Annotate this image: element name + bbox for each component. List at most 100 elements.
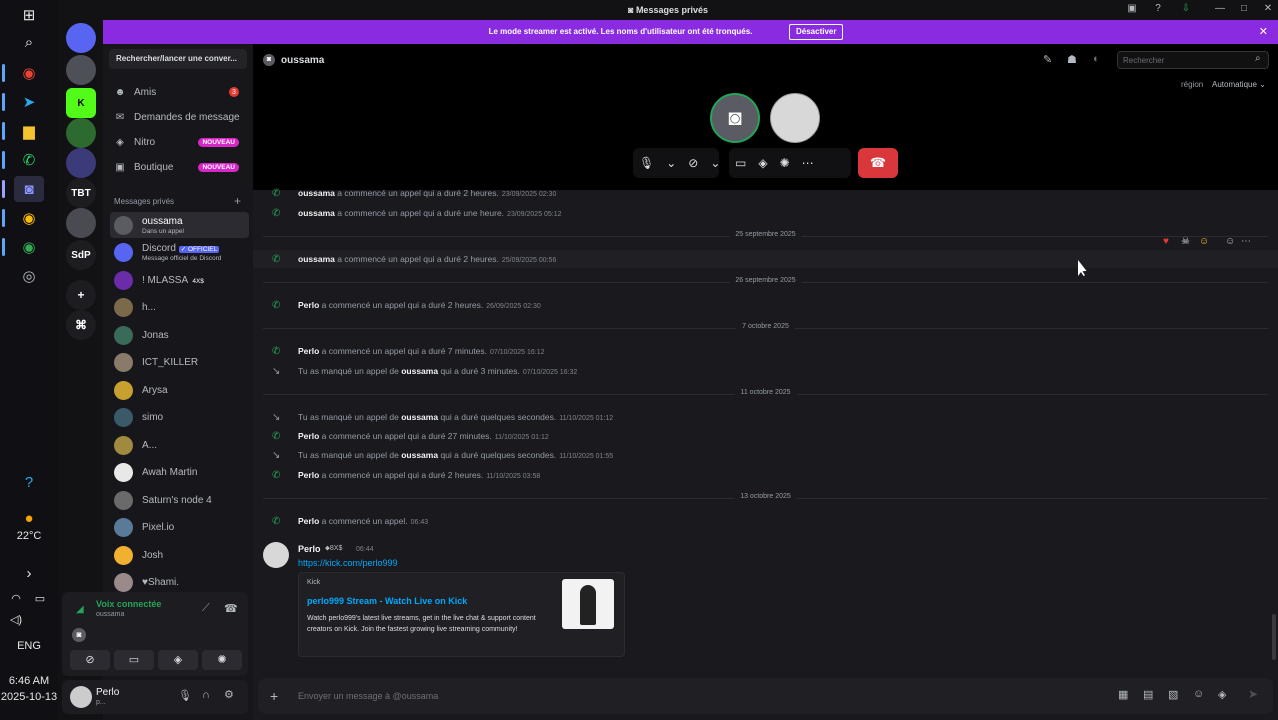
gif-icon[interactable]: ▤ bbox=[1143, 688, 1153, 701]
server-icon-0[interactable] bbox=[66, 23, 96, 53]
chevron-down-icon[interactable]: ⌄ bbox=[710, 156, 720, 170]
sidebar-item-2[interactable]: ◈ Nitro NOUVEAU bbox=[113, 132, 243, 152]
send-icon[interactable]: ➤ bbox=[1248, 687, 1258, 701]
call-user[interactable]: oussama bbox=[401, 412, 438, 422]
gear-icon[interactable]: ⚙ bbox=[224, 688, 234, 701]
find-conversation-button[interactable]: Rechercher/lancer une conver... bbox=[109, 49, 247, 69]
windows-start-icon[interactable]: ⊞ bbox=[14, 2, 44, 28]
search-icon[interactable]: ⌕ bbox=[14, 29, 44, 55]
voice-channel[interactable]: oussama bbox=[96, 611, 124, 618]
reaction-heart-icon[interactable]: ♥ bbox=[1163, 236, 1169, 247]
add-server-icon[interactable]: + bbox=[66, 280, 96, 310]
hang-up-button[interactable]: ☎ bbox=[858, 148, 898, 178]
pin-icon[interactable]: ✎ bbox=[1043, 53, 1052, 66]
help-icon[interactable]: ? bbox=[1150, 3, 1166, 17]
server-icon-2[interactable]: K bbox=[66, 88, 96, 118]
apps-icon[interactable]: ◈ bbox=[1218, 688, 1226, 701]
clock-time[interactable]: 6:46 AM bbox=[0, 675, 58, 687]
inbox-icon[interactable]: ▣ bbox=[1124, 3, 1140, 17]
disable-streamer-button[interactable]: Désactiver bbox=[789, 24, 844, 40]
call-user[interactable]: Perlo bbox=[298, 516, 319, 526]
call-user[interactable]: Perlo bbox=[298, 431, 319, 441]
server-icon-4[interactable] bbox=[66, 148, 96, 178]
dm-item[interactable]: Jonas bbox=[110, 322, 249, 348]
chevron-right-icon[interactable]: › bbox=[14, 560, 44, 586]
soundboard-icon[interactable]: ✺ bbox=[780, 156, 790, 170]
microphone-icon[interactable]: 🎙︎ bbox=[639, 156, 654, 170]
disconnect-icon[interactable]: ☎ bbox=[224, 602, 238, 615]
sidebar-item-1[interactable]: ✉ Demandes de message bbox=[113, 107, 243, 127]
emoji-icon[interactable]: ☺ bbox=[1193, 688, 1204, 700]
download-icon[interactable]: ⇩ bbox=[1178, 3, 1194, 17]
chrome-icon-2[interactable]: ◉ bbox=[14, 205, 44, 231]
reaction-skull-icon[interactable]: ☠ bbox=[1181, 236, 1190, 247]
language-indicator[interactable]: ENG bbox=[0, 640, 58, 652]
camera-off-icon[interactable]: ⊘ bbox=[688, 156, 698, 170]
dm-item[interactable]: simo bbox=[110, 405, 249, 431]
headset-icon[interactable]: ∩ bbox=[202, 689, 210, 701]
close-icon[interactable]: ✕ bbox=[1259, 25, 1268, 38]
embed-title[interactable]: perlo999 Stream - Watch Live on Kick bbox=[307, 596, 467, 606]
minimize-button[interactable]: — bbox=[1212, 3, 1228, 17]
dm-item[interactable]: Pixel.io bbox=[110, 515, 249, 541]
call-user[interactable]: oussama bbox=[298, 254, 335, 264]
call-user[interactable]: Perlo bbox=[298, 470, 319, 480]
screen-share-icon[interactable]: ▭ bbox=[735, 156, 746, 170]
call-user[interactable]: oussama bbox=[401, 450, 438, 460]
call-user[interactable]: Perlo bbox=[298, 346, 319, 356]
steam-icon[interactable]: ◎ bbox=[14, 263, 44, 289]
message-link[interactable]: https://kick.com/perlo999 bbox=[298, 558, 398, 568]
add-friends-icon[interactable]: ☗ bbox=[1067, 53, 1077, 66]
attach-plus-icon[interactable]: + bbox=[270, 688, 278, 704]
dm-item[interactable]: ICT_KILLER bbox=[110, 350, 249, 376]
dm-item[interactable]: h... bbox=[110, 295, 249, 321]
dm-item[interactable]: ! MLASSA 4X$ bbox=[110, 267, 249, 293]
chrome-icon-3[interactable]: ◉ bbox=[14, 234, 44, 260]
caller-avatar-perlo[interactable] bbox=[770, 93, 820, 143]
create-dm-plus-icon[interactable]: + bbox=[234, 194, 241, 208]
voice-status[interactable]: Voix connectée bbox=[96, 599, 161, 609]
server-icon-1[interactable] bbox=[66, 55, 96, 85]
noise-suppression-icon[interactable]: ⟋ bbox=[202, 602, 210, 615]
add-reaction-icon[interactable]: ☺ bbox=[1225, 236, 1235, 247]
message-input[interactable]: Envoyer un message à @oussama bbox=[298, 691, 438, 701]
sidebar-item-3[interactable]: ▣ Boutique NOUVEAU bbox=[113, 157, 243, 177]
activity-icon[interactable]: ◈ bbox=[758, 156, 767, 170]
scrollbar-thumb[interactable] bbox=[1272, 614, 1276, 660]
activity-icon[interactable]: ◈ bbox=[158, 650, 198, 670]
call-user[interactable]: oussama bbox=[401, 366, 438, 376]
discord-taskbar-icon[interactable]: ◙ bbox=[14, 176, 44, 202]
volume-icon[interactable]: ◁) bbox=[6, 606, 26, 632]
region-select[interactable]: Automatique ⌄ bbox=[1212, 80, 1266, 89]
dm-item[interactable]: Saturn's node 4 bbox=[110, 487, 249, 513]
reaction-laugh-icon[interactable]: ☺ bbox=[1199, 236, 1209, 247]
server-icon-7[interactable]: SdP bbox=[66, 240, 96, 270]
help-icon[interactable]: ? bbox=[14, 469, 44, 495]
call-user[interactable]: oussama bbox=[298, 208, 335, 218]
close-window-button[interactable]: ✕ bbox=[1260, 3, 1276, 17]
avatar[interactable] bbox=[70, 686, 92, 708]
dm-item[interactable]: Awah Martin bbox=[110, 460, 249, 486]
battery-icon[interactable]: ▭ bbox=[30, 585, 50, 611]
dm-item[interactable]: oussama Dans un appel bbox=[110, 212, 249, 238]
clock-date[interactable]: 2025-10-13 bbox=[0, 691, 58, 703]
message-author[interactable]: Perlo bbox=[298, 544, 321, 554]
server-icon-5[interactable]: TBT bbox=[66, 178, 96, 208]
gift-icon[interactable]: ▦ bbox=[1118, 688, 1128, 701]
file-explorer-icon[interactable]: ▆ bbox=[14, 118, 44, 144]
user-name[interactable]: Perlo bbox=[96, 687, 119, 698]
sticker-icon[interactable]: ▧ bbox=[1168, 688, 1178, 701]
user-profile-icon[interactable]: ◐ bbox=[1093, 53, 1100, 65]
whatsapp-icon[interactable]: ✆ bbox=[14, 147, 44, 173]
screen-share-icon[interactable]: ▭ bbox=[114, 650, 154, 670]
microphone-icon[interactable]: 🎙︎ bbox=[178, 689, 192, 702]
caller-avatar-oussama[interactable]: ◙ bbox=[710, 93, 760, 143]
more-icon[interactable]: ⋯ bbox=[1241, 236, 1251, 247]
mic-control[interactable]: 🎙︎ ⌄ ⊘ ⌄ bbox=[633, 148, 720, 178]
maximize-button[interactable]: □ bbox=[1236, 3, 1252, 17]
embed-thumbnail[interactable] bbox=[562, 579, 614, 629]
call-user[interactable]: oussama bbox=[298, 188, 335, 198]
dm-item[interactable]: Arysa bbox=[110, 377, 249, 403]
avatar[interactable] bbox=[263, 542, 289, 568]
camera-off-icon[interactable]: ⊘ bbox=[70, 650, 110, 670]
